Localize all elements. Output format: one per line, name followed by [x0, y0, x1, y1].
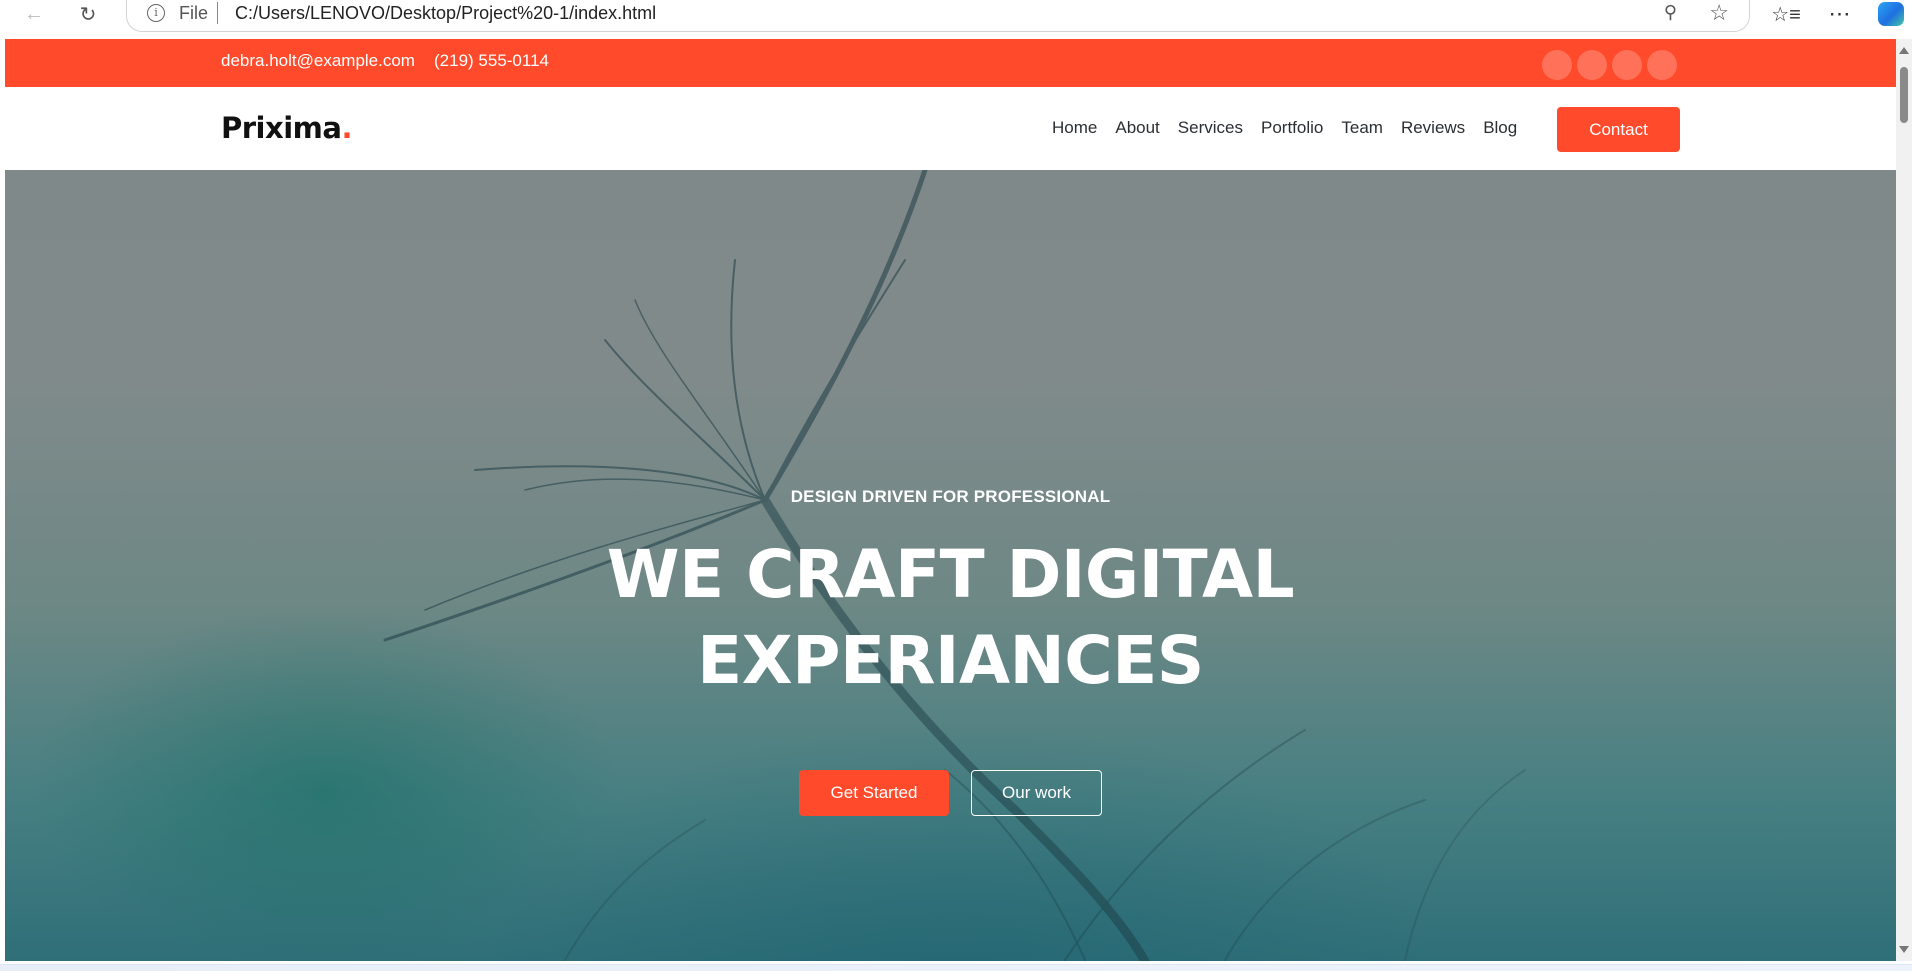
address-divider	[217, 2, 218, 24]
star-icon[interactable]: ☆	[1709, 0, 1729, 26]
twitter-icon[interactable]	[1542, 50, 1572, 80]
instagram-icon[interactable]	[1612, 50, 1642, 80]
our-work-button[interactable]: Our work	[971, 770, 1102, 816]
nav-portfolio[interactable]: Portfolio	[1252, 118, 1332, 138]
address-bar[interactable]: i File C:/Users/LENOVO/Desktop/Project%2…	[126, 0, 1750, 32]
hero-kicker: DESIGN DRIVEN FOR PROFESSIONAL	[790, 487, 1111, 506]
get-started-button[interactable]: Get Started	[799, 770, 949, 816]
hero-title: WE CRAFT DIGITAL EXPERIANCES	[5, 532, 1896, 704]
page-viewport: debra.holt@example.com (219) 555-0114 Pr…	[5, 39, 1896, 961]
browser-toolbar: ← ↻ i File C:/Users/LENOVO/Desktop/Proje…	[0, 0, 1912, 36]
top-info-bar: debra.holt@example.com (219) 555-0114	[5, 39, 1896, 87]
hero-actions: Get Started Our work	[5, 770, 1896, 816]
logo-dot: .	[341, 111, 352, 145]
hero-section: DESIGN DRIVEN FOR PROFESSIONAL WE CRAFT …	[5, 170, 1896, 961]
hero-title-line-1: WE CRAFT DIGITAL	[606, 536, 1295, 613]
scroll-thumb[interactable]	[1900, 67, 1908, 123]
reload-icon[interactable]: ↻	[74, 0, 102, 28]
address-url[interactable]: C:/Users/LENOVO/Desktop/Project%20-1/ind…	[235, 3, 656, 24]
site-header: Prixima. Home About Services Portfolio T…	[5, 87, 1896, 170]
contact-email[interactable]: debra.holt@example.com	[221, 51, 415, 71]
facebook-icon[interactable]	[1577, 50, 1607, 80]
scroll-down-icon[interactable]	[1899, 946, 1909, 953]
main-nav: Home About Services Portfolio Team Revie…	[1052, 118, 1526, 138]
nav-team[interactable]: Team	[1332, 118, 1392, 138]
hero-title-line-2: EXPERIANCES	[697, 622, 1204, 699]
nav-reviews[interactable]: Reviews	[1392, 118, 1474, 138]
nav-blog[interactable]: Blog	[1474, 118, 1526, 138]
nav-about[interactable]: About	[1106, 118, 1168, 138]
copilot-icon[interactable]	[1878, 2, 1904, 26]
window-bottom-edge	[0, 964, 1912, 971]
scroll-up-icon[interactable]	[1899, 47, 1909, 54]
nav-home[interactable]: Home	[1052, 118, 1106, 138]
page-scrollbar[interactable]	[1896, 39, 1912, 961]
info-icon[interactable]: i	[147, 4, 165, 22]
more-icon[interactable]: ⋯	[1824, 0, 1856, 28]
nav-services[interactable]: Services	[1169, 118, 1252, 138]
zoom-out-icon[interactable]: ⚲	[1664, 2, 1677, 23]
contact-button[interactable]: Contact	[1557, 107, 1680, 152]
address-scheme: File	[179, 3, 209, 23]
linkedin-icon[interactable]	[1647, 50, 1677, 80]
site-logo[interactable]: Prixima.	[221, 111, 352, 145]
favorites-list-icon[interactable]: ☆≡	[1770, 0, 1802, 28]
logo-text: Prixima	[221, 111, 342, 145]
social-links	[1542, 50, 1677, 80]
contact-phone[interactable]: (219) 555-0114	[434, 51, 549, 71]
back-arrow-icon[interactable]: ←	[20, 0, 48, 28]
